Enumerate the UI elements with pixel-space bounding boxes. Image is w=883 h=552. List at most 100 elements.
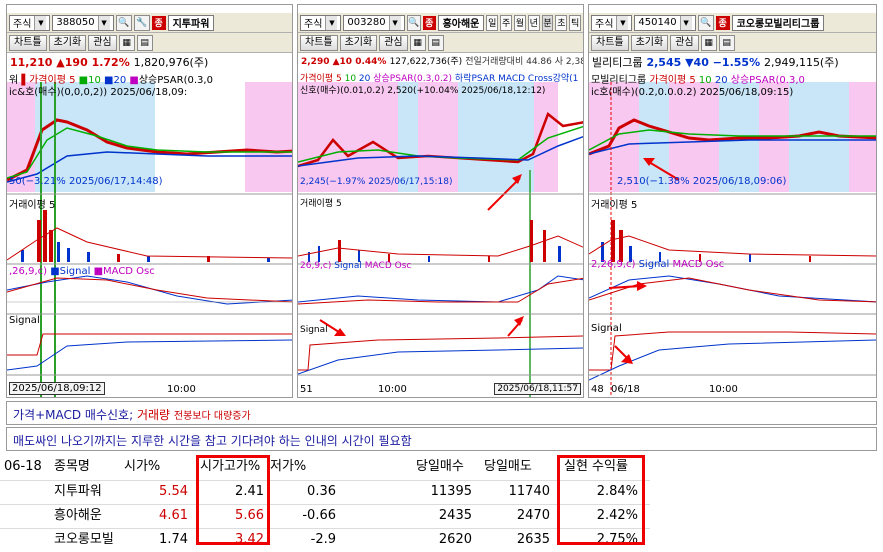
zone-white xyxy=(155,82,245,192)
price-bar: 2,290 ▲10 0.44% 127,622,736(주) 전일거래량대비 4… xyxy=(298,54,583,70)
market-combo[interactable]: 주식 ▼ xyxy=(9,14,51,31)
zone-blue xyxy=(398,82,418,192)
chart-panel-2: 주식 ▼ 003280 ▼ 🔍 종 흥아해운 일 주 월 년 분 초 틱 차트틀 초… xyxy=(297,4,584,398)
watchlist-button[interactable]: 관심 xyxy=(670,34,699,51)
buy-cell: 2620 xyxy=(438,532,472,547)
price-change-pct: −1.55% xyxy=(712,56,761,69)
current-price: 2,545 xyxy=(646,56,682,69)
high-price-label: 2,520(+10.04% 2025/06/18,12:12) xyxy=(387,86,546,96)
chevron-down-icon[interactable]: ▼ xyxy=(97,15,110,30)
chart-panel-1: 주식 ▼ 388050 ▼ 🔍 🔧 종 지투파워 차트틀 초기화 관심 ▦ ▤ 11… xyxy=(6,4,293,398)
stock-badge-icon: 종 xyxy=(715,15,730,30)
period-tick[interactable]: 틱 xyxy=(569,14,582,31)
calendar-icon[interactable]: ▤ xyxy=(136,34,153,51)
grid-icon[interactable]: ▦ xyxy=(409,34,426,51)
chart-panel-3: 주식 ▼ 450140 ▼ 🔍 종 코오롱모빌리티그룹 차트틀 초기화 관심 ▦ ▤… xyxy=(588,4,877,398)
code-input[interactable]: 388050 ▼ xyxy=(52,14,114,31)
watchlist-button[interactable]: 관심 xyxy=(88,34,117,51)
sell-cell: 11740 xyxy=(508,484,550,499)
search-icon[interactable]: 🔍 xyxy=(406,14,422,31)
volume: 2,949,115(주) xyxy=(763,56,839,69)
table-row: 지투파워 5.54 2.41 0.36 11395 11740 2.84% xyxy=(0,480,650,502)
chart-template-button[interactable]: 차트틀 xyxy=(300,34,338,51)
note-signal: 가격+MACD 매수신호; 거래량 전봉보다 대량증가 xyxy=(6,401,877,425)
calendar-icon[interactable]: ▤ xyxy=(718,34,735,51)
price-change: ▼40 xyxy=(685,56,709,69)
price-bar: 빌리티그룹 2,545 ▼40 −1.55% 2,949,115(주) xyxy=(589,54,876,70)
volume-ma-line xyxy=(589,235,876,257)
low-cell: -0.66 xyxy=(302,508,336,523)
chevron-down-icon[interactable]: ▼ xyxy=(616,15,629,30)
reset-button[interactable]: 초기화 xyxy=(630,34,669,51)
sig-legend: Signal xyxy=(300,325,328,335)
current-price: 2,290 xyxy=(301,57,330,67)
period-day[interactable]: 일 xyxy=(486,14,499,31)
zone-pink xyxy=(298,82,583,192)
stock-name-cell: 흥아해운 xyxy=(54,508,102,523)
stock-name: 흥아해운 xyxy=(437,14,485,31)
period-month[interactable]: 월 xyxy=(514,14,526,31)
period-second[interactable]: 초 xyxy=(555,14,568,31)
col-date: 06-18 xyxy=(4,459,42,474)
search-icon[interactable]: 🔍 xyxy=(115,14,132,31)
period-year[interactable]: 년 xyxy=(527,14,540,31)
grid-icon[interactable]: ▦ xyxy=(700,34,717,51)
chevron-down-icon[interactable]: ▼ xyxy=(325,15,338,30)
low-price-label: 2,510(−1.38% 2025/06/18,09:06) xyxy=(617,176,787,187)
period-minute[interactable]: 분 xyxy=(541,14,554,31)
chevron-down-icon[interactable]: ▼ xyxy=(388,15,401,30)
market-combo[interactable]: 주식 ▼ xyxy=(300,14,342,31)
volume-legend: 거래이평 5 xyxy=(300,199,342,209)
sig-line-red xyxy=(589,331,876,371)
open-cell: 1.74 xyxy=(159,532,188,547)
chart-template-button[interactable]: 차트틀 xyxy=(591,34,629,51)
search-icon[interactable]: 🔍 xyxy=(697,14,714,31)
volume: 1,820,976(주) xyxy=(133,56,209,69)
buy-cell: 2435 xyxy=(438,508,472,523)
time-label: 10:00 xyxy=(378,384,407,395)
zone-white xyxy=(558,82,583,192)
volume-bars xyxy=(21,210,270,262)
stock-name: 지투파워 xyxy=(167,14,215,31)
reset-button[interactable]: 초기화 xyxy=(48,34,87,51)
col-name: 종목명 xyxy=(54,459,90,474)
chart-template-button[interactable]: 차트틀 xyxy=(9,34,47,51)
reset-button[interactable]: 초기화 xyxy=(339,34,378,51)
watchlist-button[interactable]: 관심 xyxy=(379,34,408,51)
period-week[interactable]: 주 xyxy=(500,14,512,31)
low-price-label: 50(−3.21% 2025/06/17,14:48) xyxy=(9,176,163,187)
stock-name-cell: 코오롱모빌 xyxy=(54,532,114,547)
toolbar-2: 차트틀 초기화 관심 ▦ ▤ xyxy=(589,33,876,53)
sig-line-red xyxy=(7,333,292,356)
macd-legend: 2,26,9,c) Signal MACD Osc xyxy=(591,259,725,270)
date-label: 2025/06/18,09:12 xyxy=(9,382,105,395)
wrench-icon[interactable]: 🔧 xyxy=(133,14,150,31)
market-combo[interactable]: 주식 ▼ xyxy=(591,14,633,31)
col-open-high: 시가고가% xyxy=(200,459,261,474)
volume-bars xyxy=(601,220,811,262)
chevron-down-icon[interactable]: ▼ xyxy=(679,15,692,30)
time-label: 10:00 xyxy=(167,384,196,395)
macd-legend: ,26,9,c) ■Signal ■MACD Osc xyxy=(9,266,155,277)
signal-legend: ic&호(매수)(0,0,0,2)) 2025/06/18,09: xyxy=(9,87,188,98)
table-row: 흥아해운 4.61 5.66 -0.66 2435 2470 2.42% xyxy=(0,504,650,526)
open-high-cell: 2.41 xyxy=(235,484,264,499)
code-input[interactable]: 003280 ▼ xyxy=(343,14,405,31)
macd-line xyxy=(298,275,583,303)
price-change: ▲190 xyxy=(56,56,88,69)
left-axis-label: 48 xyxy=(591,384,604,395)
calendar-icon[interactable]: ▤ xyxy=(427,34,444,51)
arrow-head-icon xyxy=(621,354,633,364)
table-header: 06-18 종목명 시가% 시가고가% 저가% 당일매수 당일매도 실현 수익률 xyxy=(0,456,650,478)
date-label: 2025/06/18,11:57 xyxy=(494,383,581,395)
chevron-down-icon[interactable]: ▼ xyxy=(34,15,47,30)
grid-icon[interactable]: ▦ xyxy=(118,34,135,51)
code-input[interactable]: 450140 ▼ xyxy=(634,14,696,31)
sig-legend: Signal xyxy=(9,315,40,326)
low-price-label: 2,245(−1.97% 2025/06/17,15:18) xyxy=(300,177,453,187)
low-cell: 0.36 xyxy=(307,484,336,499)
toolbar-2: 차트틀 초기화 관심 ▦ ▤ xyxy=(7,33,292,53)
stock-badge-icon: 종 xyxy=(423,15,436,30)
sig-line-blue xyxy=(7,339,292,371)
sig-line-blue xyxy=(589,339,876,381)
